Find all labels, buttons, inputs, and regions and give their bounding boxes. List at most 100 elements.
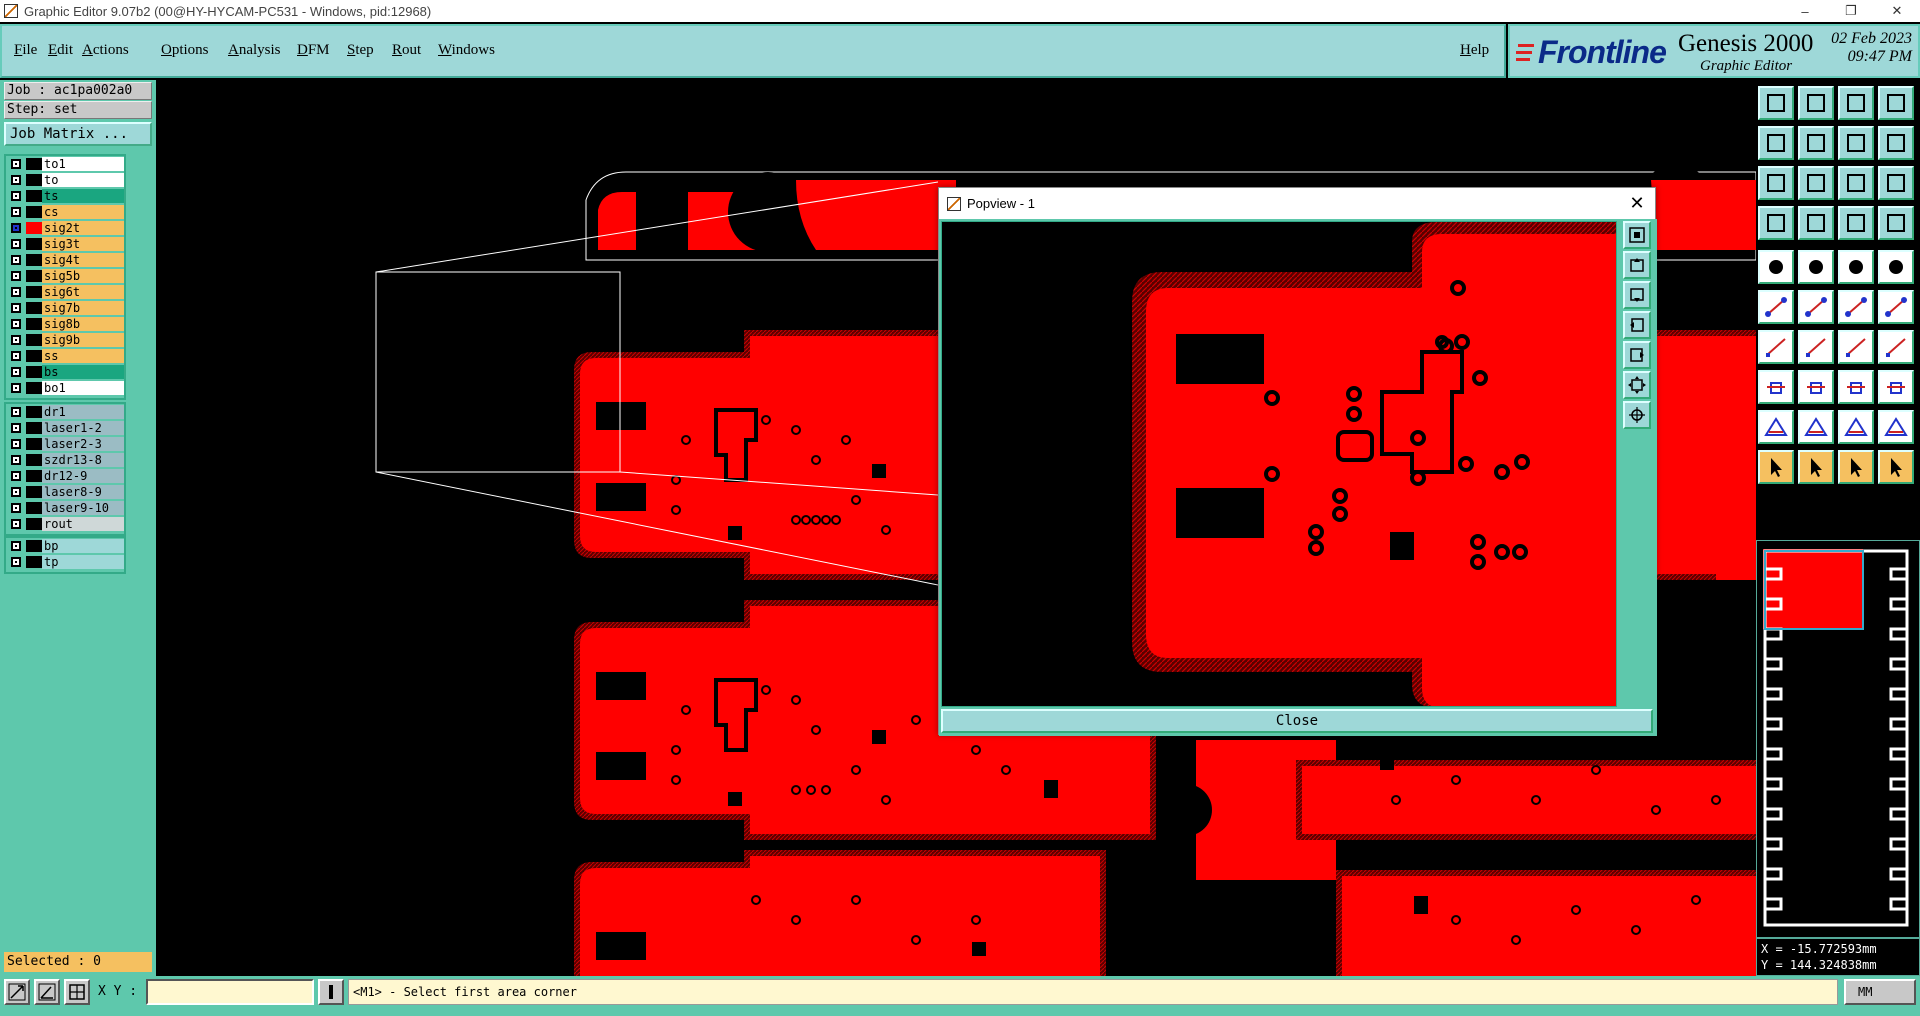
minimize-button[interactable]: –	[1782, 0, 1828, 22]
layer-name[interactable]: ss	[42, 349, 124, 363]
layer-name[interactable]: laser1-2	[42, 421, 124, 435]
angle-mode-button[interactable]	[34, 979, 60, 1005]
polygon-button[interactable]	[1798, 250, 1834, 284]
layer-row-sig6t[interactable]: sig6t	[6, 284, 124, 300]
line-node-button[interactable]	[1838, 290, 1874, 324]
menu-edit[interactable]: Edit	[48, 42, 73, 59]
menu-windows[interactable]: Windows	[438, 42, 495, 59]
layer-name[interactable]: dr1	[42, 405, 124, 419]
layer-checkbox[interactable]	[11, 367, 21, 377]
triangle-button[interactable]	[1758, 410, 1794, 444]
menu-dfm[interactable]: DFM	[297, 42, 330, 59]
layer-row-bs[interactable]: bs	[6, 364, 124, 380]
split-view-button[interactable]	[1878, 86, 1914, 120]
layer-row-bo1[interactable]: bo1	[6, 380, 124, 396]
grid-mode-button[interactable]	[64, 979, 90, 1005]
layer-name[interactable]: cs	[42, 205, 124, 219]
layer-row-sig9b[interactable]: sig9b	[6, 332, 124, 348]
layer-name[interactable]: sig5b	[42, 269, 124, 283]
layer-row-szdr13-8[interactable]: szdr13-8	[6, 452, 124, 468]
layer-checkbox[interactable]	[11, 519, 21, 529]
layer-name[interactable]: to	[42, 173, 124, 187]
layer-row-sig2t[interactable]: sig2t	[6, 220, 124, 236]
xy-coordinate-input[interactable]	[146, 979, 314, 1005]
minus-button[interactable]	[1798, 370, 1834, 404]
pointer-button[interactable]	[1758, 450, 1794, 484]
layer-name[interactable]: sig2t	[42, 221, 124, 235]
popview-pan-up-button[interactable]	[1623, 251, 1651, 279]
layer-name[interactable]: sig8b	[42, 317, 124, 331]
layer-b-button[interactable]	[1878, 206, 1914, 240]
bridge-button[interactable]	[1838, 410, 1874, 444]
info-button[interactable]	[318, 979, 344, 1005]
menu-options[interactable]: Options	[161, 42, 209, 59]
curve-button[interactable]	[1838, 330, 1874, 364]
popview-zoom-window-button[interactable]	[1623, 221, 1651, 249]
menu-file[interactable]: File	[14, 42, 37, 59]
popview-center-button[interactable]	[1623, 401, 1651, 429]
pad-button[interactable]	[1758, 250, 1794, 284]
cross-button[interactable]	[1798, 290, 1834, 324]
overview-map[interactable]	[1756, 540, 1920, 938]
layer-checkbox[interactable]	[11, 191, 21, 201]
layer-checkbox[interactable]	[11, 557, 21, 567]
filled-circle-button[interactable]	[1878, 250, 1914, 284]
layer-row-sig8b[interactable]: sig8b	[6, 316, 124, 332]
layer-name[interactable]: sig4t	[42, 253, 124, 267]
layer-row-to[interactable]: to	[6, 172, 124, 188]
zoom-down-button[interactable]	[1798, 86, 1834, 120]
layer-row-to1[interactable]: to1	[6, 156, 124, 172]
layer-name[interactable]: tp	[42, 555, 124, 569]
layer-name[interactable]: to1	[42, 157, 124, 171]
layer-row-laser2-3[interactable]: laser2-3	[6, 436, 124, 452]
rotate-button[interactable]	[1838, 126, 1874, 160]
layer-checkbox[interactable]	[11, 319, 21, 329]
menu-step[interactable]: Step	[347, 42, 374, 59]
layer-row-ss[interactable]: ss	[6, 348, 124, 364]
close-window-button[interactable]: ✕	[1874, 0, 1920, 22]
pointer-select-button[interactable]	[1798, 450, 1834, 484]
layer-name[interactable]: sig7b	[42, 301, 124, 315]
layer-checkbox[interactable]	[11, 471, 21, 481]
popview-fit-button[interactable]	[1623, 371, 1651, 399]
units-selector[interactable]: MM	[1844, 979, 1916, 1005]
frame-button[interactable]	[1838, 370, 1874, 404]
layer-checkbox[interactable]	[11, 455, 21, 465]
align-button[interactable]	[1878, 330, 1914, 364]
layer-row-laser1-2[interactable]: laser1-2	[6, 420, 124, 436]
layer-checkbox[interactable]	[11, 407, 21, 417]
menu-analysis[interactable]: Analysis	[228, 42, 281, 59]
layer-row-sig7b[interactable]: sig7b	[6, 300, 124, 316]
layer-row-dr1[interactable]: dr1	[6, 404, 124, 420]
popview-pan-right-button[interactable]	[1623, 341, 1651, 369]
layer-name[interactable]: sig6t	[42, 285, 124, 299]
layer-row-sig5b[interactable]: sig5b	[6, 268, 124, 284]
layer-row-bp[interactable]: bp	[6, 538, 124, 554]
layer-checkbox[interactable]	[11, 383, 21, 393]
layer-row-laser8-9[interactable]: laser8-9	[6, 484, 124, 500]
layer-row-cs[interactable]: cs	[6, 204, 124, 220]
slash-button[interactable]	[1798, 330, 1834, 364]
layer-a-button[interactable]	[1838, 206, 1874, 240]
layer-name[interactable]: bo1	[42, 381, 124, 395]
layer-name[interactable]: ts	[42, 189, 124, 203]
center-button[interactable]	[1798, 166, 1834, 200]
layer-checkbox[interactable]	[11, 175, 21, 185]
arc-button[interactable]	[1758, 330, 1794, 364]
layer-name[interactable]: laser9-10	[42, 501, 124, 515]
layer-row-sig3t[interactable]: sig3t	[6, 236, 124, 252]
layer-checkbox[interactable]	[11, 351, 21, 361]
layer-name[interactable]: bp	[42, 539, 124, 553]
node-button[interactable]	[1758, 290, 1794, 324]
popview-titlebar[interactable]: Popview - 1	[939, 188, 1655, 219]
layer-row-ts[interactable]: ts	[6, 188, 124, 204]
layer-row-sig4t[interactable]: sig4t	[6, 252, 124, 268]
layer-name[interactable]: laser2-3	[42, 437, 124, 451]
pad-add-button[interactable]	[1758, 370, 1794, 404]
popview-canvas[interactable]	[941, 221, 1617, 707]
layer-name[interactable]: sig3t	[42, 237, 124, 251]
layer-name[interactable]: dr12-9	[42, 469, 124, 483]
mirror-button[interactable]	[1878, 126, 1914, 160]
layer-checkbox[interactable]	[11, 207, 21, 217]
layer-checkbox[interactable]	[11, 287, 21, 297]
